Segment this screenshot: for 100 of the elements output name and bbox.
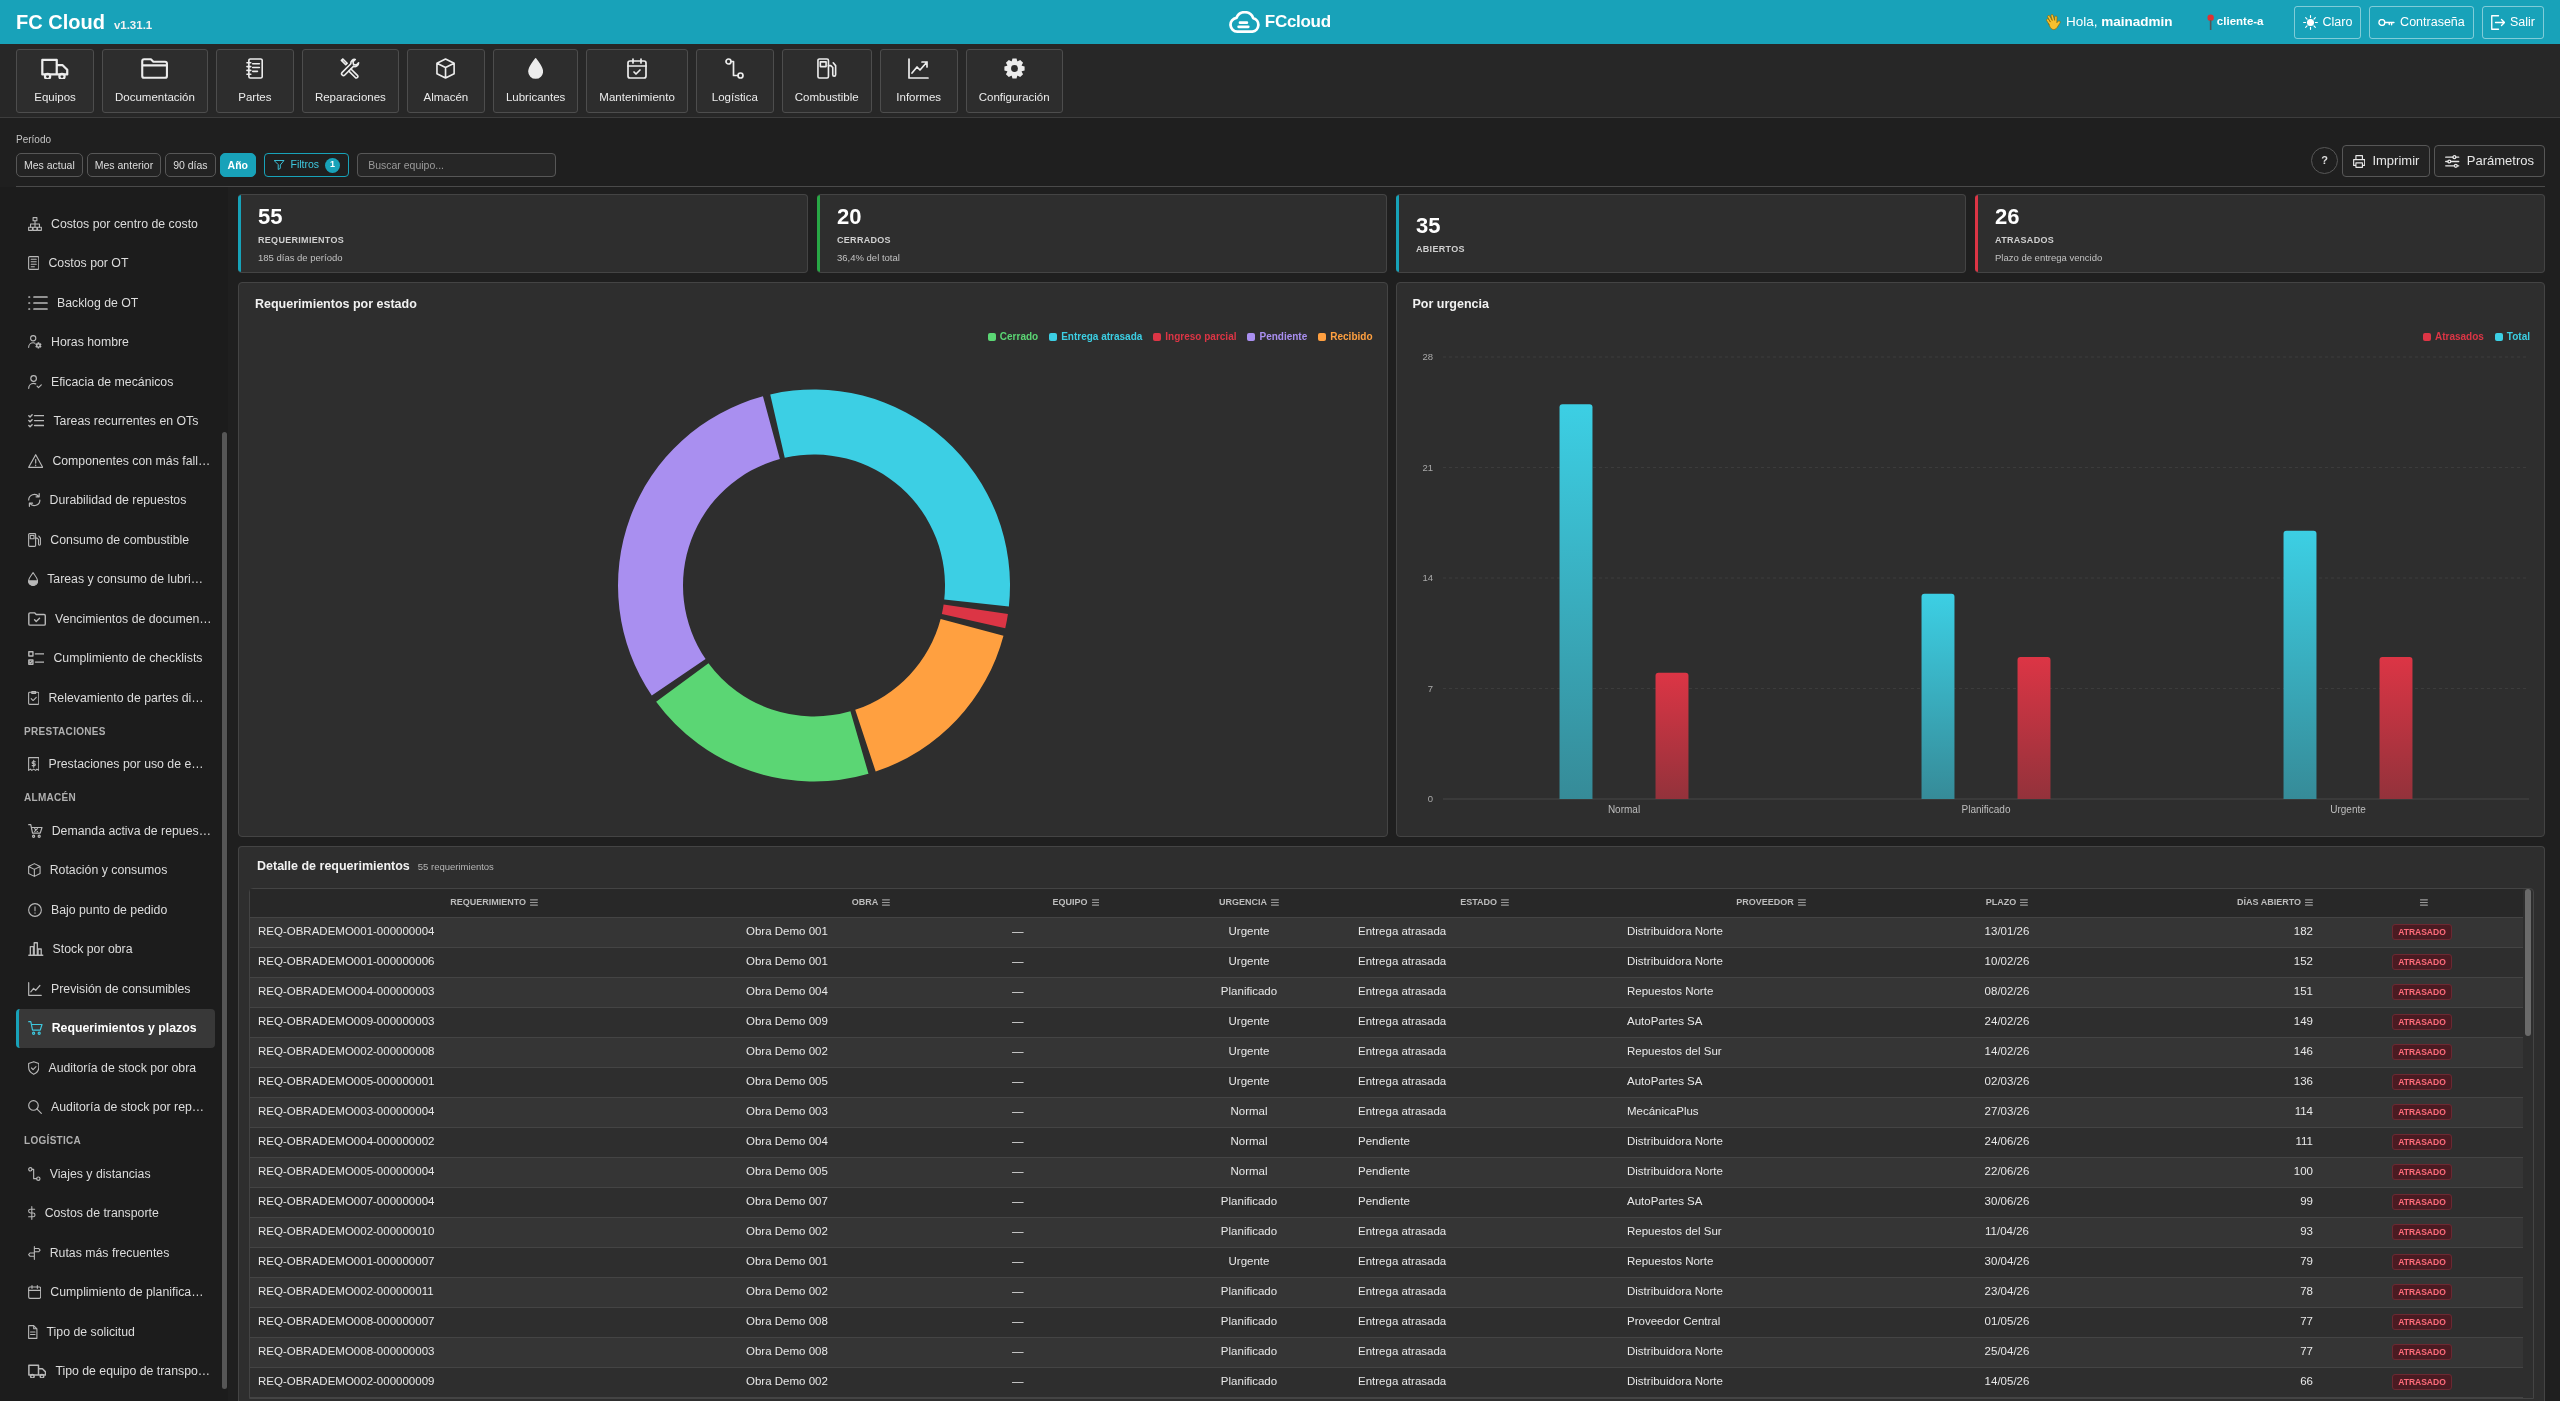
truck-icon bbox=[28, 1364, 47, 1379]
sidebar-item[interactable]: Tipo de equipo de transpo… bbox=[16, 1351, 215, 1391]
module-button[interactable]: Documentación bbox=[102, 49, 208, 113]
parameters-button[interactable]: Parámetros bbox=[2434, 145, 2545, 177]
count-badge: 1 bbox=[325, 157, 341, 173]
scrollbar-thumb[interactable] bbox=[222, 432, 227, 1389]
column-header[interactable]: DÍAS ABIERTO bbox=[2091, 889, 2321, 917]
column-header[interactable] bbox=[2321, 889, 2523, 917]
route-icon bbox=[28, 1166, 41, 1181]
sidebar-item[interactable]: Durabilidad de repuestos bbox=[16, 480, 215, 520]
table-cell: 30/04/26 bbox=[1923, 1247, 2091, 1277]
period-button[interactable]: Mes anterior bbox=[86, 153, 162, 177]
sidebar-item[interactable]: Tareas recurrentes en OTs bbox=[16, 401, 215, 441]
table-cell: Entrega atrasada bbox=[1350, 1097, 1619, 1127]
module-button[interactable]: Mantenimiento bbox=[586, 49, 688, 113]
table-cell: Distribuidora Norte bbox=[1619, 947, 1923, 977]
sidebar-item[interactable]: Cumplimiento de checklists bbox=[16, 638, 215, 678]
sidebar-item[interactable]: Consumo de combustible bbox=[16, 520, 215, 560]
cart-x-icon bbox=[28, 823, 43, 838]
sidebar-item[interactable]: Componentes con más fall… bbox=[16, 441, 215, 481]
column-header[interactable]: OBRA bbox=[738, 889, 1004, 917]
alert-circle-icon bbox=[28, 902, 42, 917]
sidebar-item[interactable]: Auditoría de stock por obra bbox=[16, 1048, 215, 1088]
route-icon bbox=[725, 58, 745, 79]
column-header[interactable]: PROVEEDOR bbox=[1619, 889, 1923, 917]
table-cell: — bbox=[1004, 1127, 1148, 1157]
module-button[interactable]: Partes bbox=[215, 49, 294, 113]
kpi-note: 185 días de período bbox=[258, 250, 344, 264]
sidebar-item[interactable]: Requerimientos y plazos bbox=[16, 1008, 215, 1048]
sidebar-item[interactable]: Demanda activa de repues… bbox=[16, 811, 215, 851]
print-button[interactable]: Imprimir bbox=[2342, 145, 2431, 177]
kpi-value: 35 bbox=[1416, 212, 1442, 239]
module-button[interactable]: Informes bbox=[879, 49, 958, 113]
module-button[interactable]: Lubricantes bbox=[492, 49, 579, 113]
sidebar-item[interactable]: Rutas más frecuentes bbox=[16, 1233, 215, 1273]
sidebar-item[interactable]: Viajes y distancias bbox=[16, 1154, 215, 1194]
column-header[interactable]: PLAZO bbox=[1923, 889, 2091, 917]
sidebar-item[interactable]: Rotación y consumos bbox=[16, 850, 215, 890]
table-cell: Normal bbox=[1148, 1097, 1350, 1127]
table-cell: REQ-OBRADEMO002-000000009 bbox=[250, 1367, 738, 1397]
table-cell: Distribuidora Norte bbox=[1619, 1277, 1923, 1307]
module-button[interactable]: Combustible bbox=[781, 49, 872, 113]
table-cell: REQ-OBRADEMO003-000000004 bbox=[250, 1097, 738, 1127]
sidebar-item[interactable]: Backlog de OT bbox=[16, 283, 215, 323]
column-header[interactable]: EQUIPO bbox=[1004, 889, 1148, 917]
table-cell: Obra Demo 009 bbox=[738, 1007, 1004, 1037]
table-cell: Obra Demo 008 bbox=[738, 1337, 1004, 1367]
column-header[interactable]: ESTADO bbox=[1350, 889, 1619, 917]
sort-icon bbox=[2305, 899, 2313, 907]
search-field[interactable]: Buscar equipo... bbox=[357, 153, 557, 177]
table-cell: Urgente bbox=[1148, 1247, 1350, 1277]
sun-icon bbox=[2302, 14, 2318, 30]
axis-label: 0 bbox=[1427, 793, 1433, 805]
printer-icon bbox=[2353, 154, 2366, 168]
sidebar-item[interactable]: Costos por OT bbox=[16, 243, 215, 283]
status-badge: ATRASADO bbox=[2392, 1134, 2452, 1151]
axis-label: 21 bbox=[1421, 461, 1433, 473]
period-label: Período bbox=[16, 134, 52, 146]
module-button[interactable]: Logística bbox=[695, 49, 774, 113]
search-icon bbox=[28, 1100, 42, 1115]
sidebar-item[interactable]: Tipo de solicitud bbox=[16, 1312, 215, 1352]
column-header[interactable]: URGENCIA bbox=[1148, 889, 1350, 917]
receipt-icon bbox=[28, 757, 40, 772]
sidebar-item[interactable]: Bajo punto de pedido bbox=[16, 890, 215, 930]
status-badge: ATRASADO bbox=[2392, 1014, 2452, 1031]
sidebar-item[interactable]: Previsión de consumibles bbox=[16, 969, 215, 1009]
sidebar-item[interactable]: Eficacia de mecánicos bbox=[16, 362, 215, 402]
status-badge: ATRASADO bbox=[2392, 1344, 2452, 1361]
period-button[interactable]: Mes actual bbox=[16, 153, 83, 177]
module-button[interactable]: Configuración bbox=[965, 49, 1063, 113]
sort-icon bbox=[1501, 899, 1509, 907]
sidebar-item[interactable]: Prestaciones por uso de e… bbox=[16, 744, 215, 784]
table-cell: REQ-OBRADEMO008-000000007 bbox=[250, 1307, 738, 1337]
module-button[interactable]: Equipos bbox=[16, 49, 94, 113]
sidebar-item[interactable]: Costos de transporte bbox=[16, 1193, 215, 1233]
line-chart-icon bbox=[908, 58, 930, 79]
table-cell: REQ-OBRADEMO001-000000004 bbox=[250, 917, 738, 947]
sidebar-item[interactable]: Tareas y consumo de lubri… bbox=[16, 559, 215, 599]
sidebar-item[interactable]: Costos por centro de costo bbox=[16, 204, 215, 244]
filter-button[interactable]: Filtros 1 bbox=[264, 153, 350, 177]
table-cell: Entrega atrasada bbox=[1350, 977, 1619, 1007]
table-cell: — bbox=[1004, 1037, 1148, 1067]
module-button[interactable]: Almacén bbox=[406, 49, 485, 113]
module-button[interactable]: Reparaciones bbox=[301, 49, 399, 113]
table-cell: — bbox=[1004, 1007, 1148, 1037]
sidebar-item[interactable]: Relevamiento de partes di… bbox=[16, 678, 215, 718]
sidebar-item[interactable]: Vencimientos de documen… bbox=[16, 599, 215, 639]
sidebar-item[interactable]: Auditoría de stock por rep… bbox=[16, 1087, 215, 1127]
column-header[interactable]: REQUERIMIENTO bbox=[250, 889, 738, 917]
scrollbar-thumb[interactable] bbox=[2525, 889, 2531, 1036]
building-icon bbox=[28, 942, 44, 957]
table-cell: — bbox=[1004, 1307, 1148, 1337]
period-button[interactable]: 90 días bbox=[165, 153, 216, 177]
sidebar-item[interactable]: Horas hombre bbox=[16, 322, 215, 362]
sidebar-item[interactable]: Stock por obra bbox=[16, 929, 215, 969]
user-check-icon bbox=[28, 374, 42, 389]
table-cell: Obra Demo 005 bbox=[738, 1067, 1004, 1097]
sidebar-item[interactable]: Cumplimiento de planifica… bbox=[16, 1272, 215, 1312]
status-badge: ATRASADO bbox=[2392, 1284, 2452, 1301]
table-cell: Obra Demo 002 bbox=[738, 1277, 1004, 1307]
